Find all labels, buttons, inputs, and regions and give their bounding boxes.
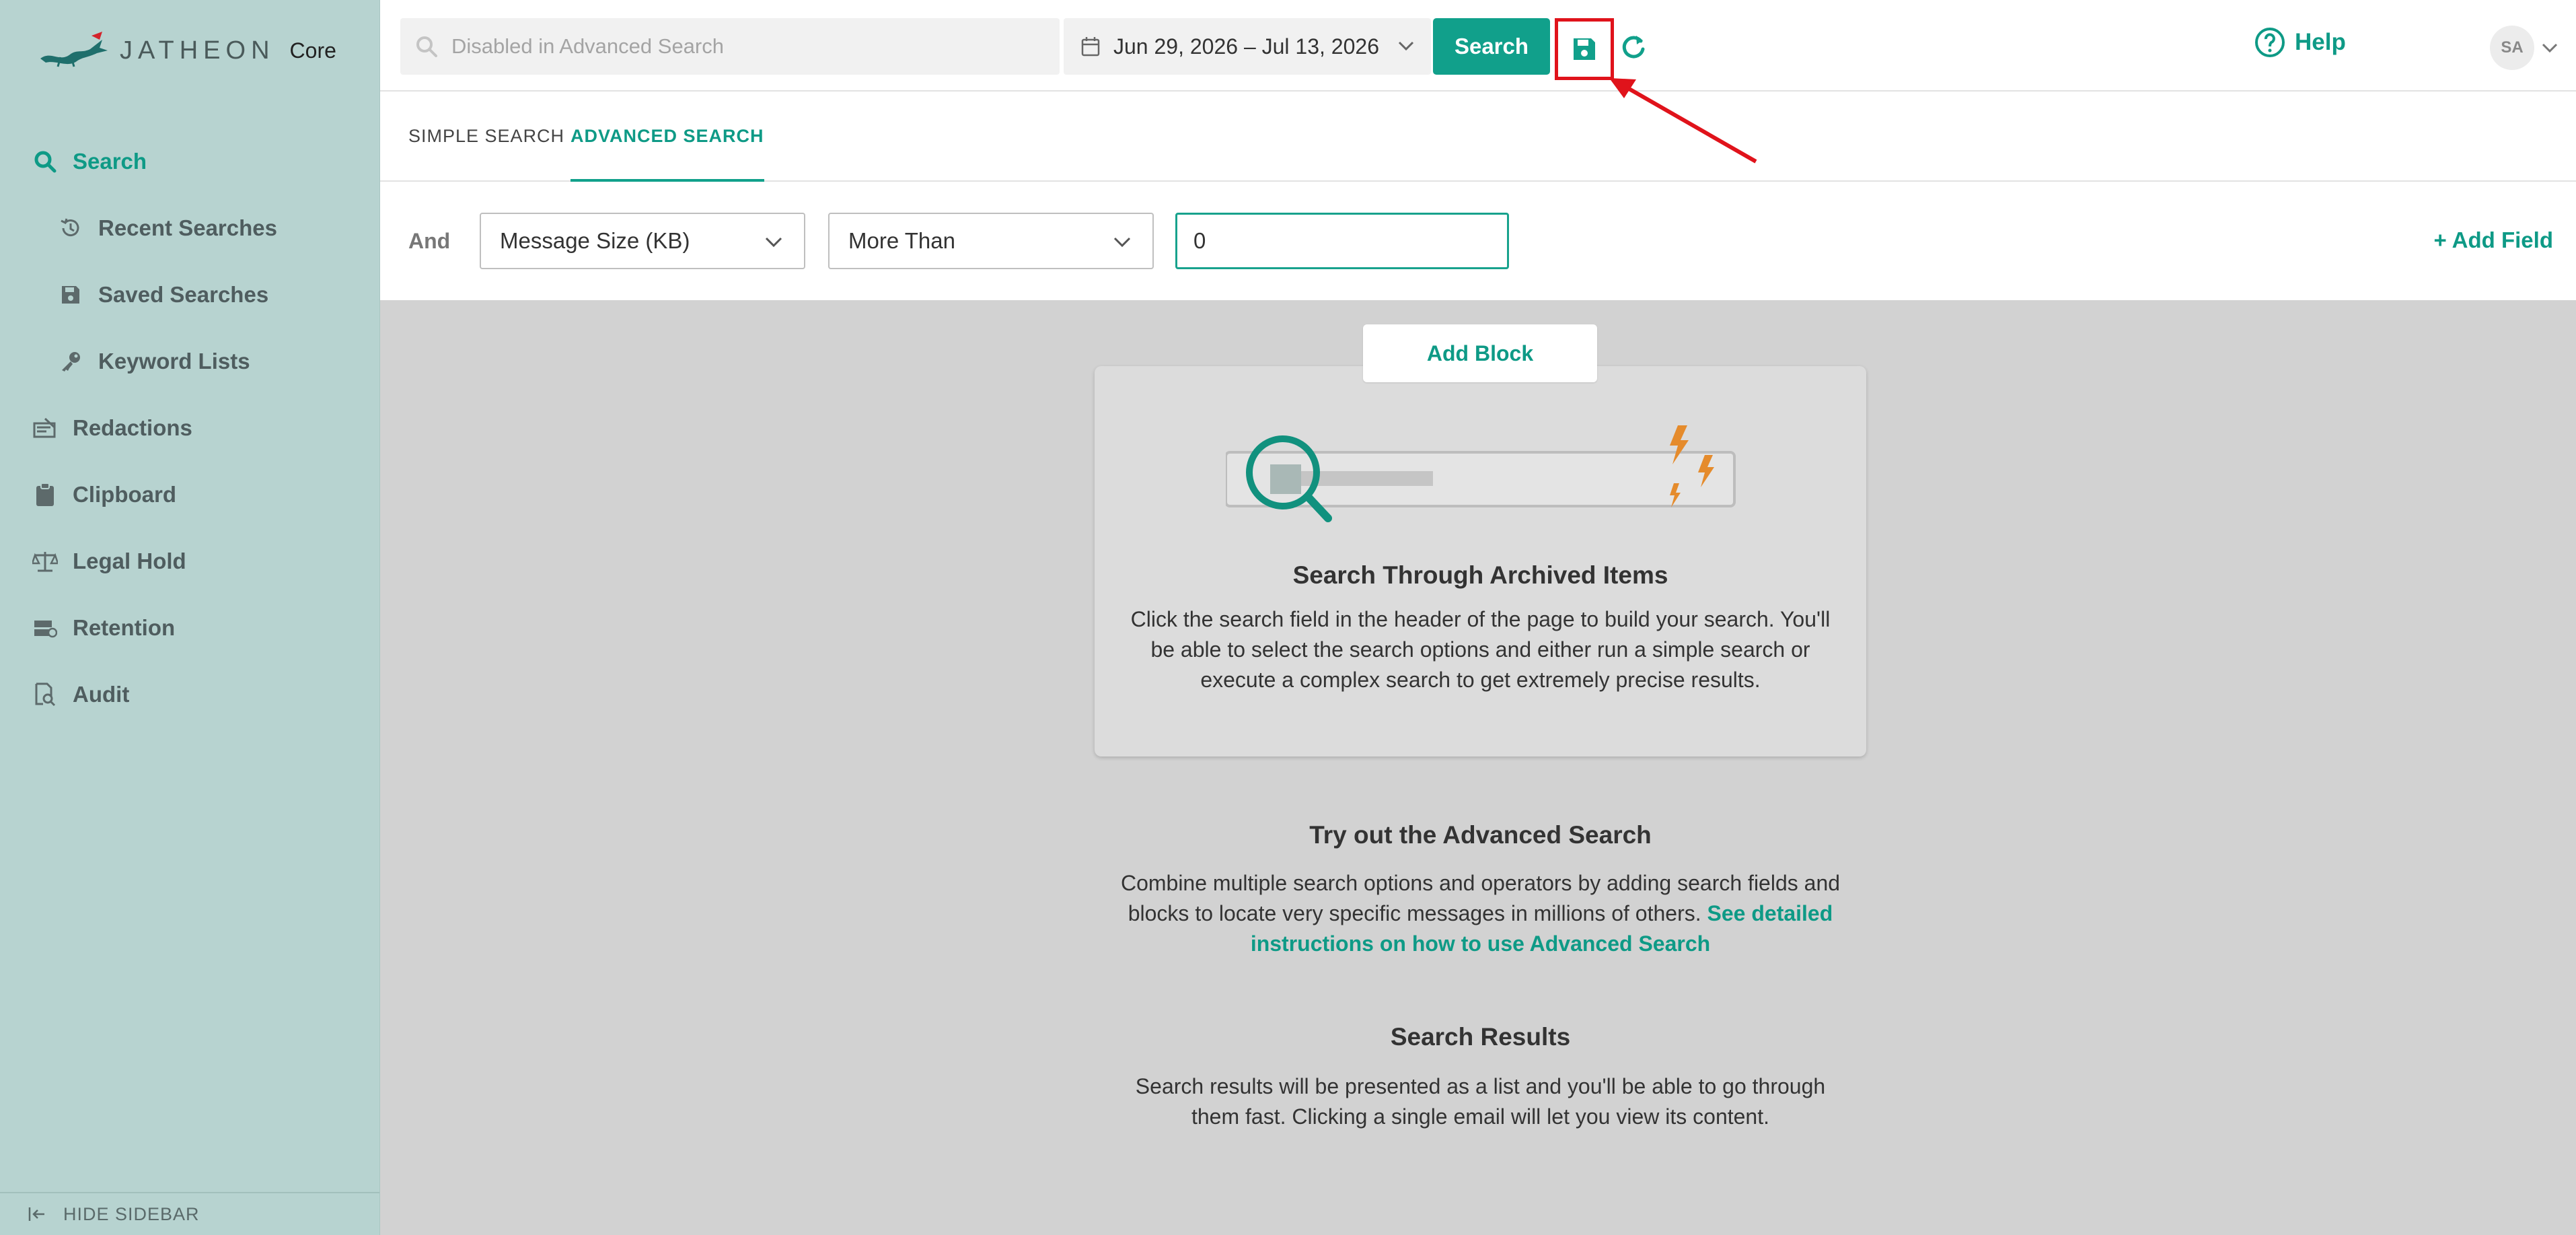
date-range-value: Jun 29, 2026 – Jul 13, 2026 xyxy=(1113,34,1379,59)
sidebar-nav: Search Recent Searches Saved Searches Ke… xyxy=(0,128,379,728)
scale-icon xyxy=(30,546,61,577)
help-label: Help xyxy=(2295,29,2346,55)
key-icon xyxy=(55,346,86,377)
search-results-description: Search results will be presented as a li… xyxy=(1135,1074,1826,1129)
chevron-down-icon xyxy=(1397,36,1415,56)
retention-icon xyxy=(30,612,61,643)
logo-wordmark: JATHEON xyxy=(120,36,275,65)
field-select-value: Message Size (KB) xyxy=(500,228,690,253)
empty-state-description: Click the search field in the header of … xyxy=(1130,607,1831,692)
field-select[interactable]: Message Size (KB) xyxy=(480,213,805,269)
help-circle-icon xyxy=(2254,27,2285,58)
sidebar-item-label: Redactions xyxy=(73,415,192,440)
audit-icon xyxy=(30,679,61,710)
sidebar-item-audit[interactable]: Audit xyxy=(0,661,379,728)
search-mode-tabs: SIMPLE SEARCH ADVANCED SEARCH xyxy=(380,92,2576,182)
condition-select-value: More Than xyxy=(848,228,955,253)
clipboard-icon xyxy=(30,479,61,510)
hide-sidebar-label: HIDE SIDEBAR xyxy=(63,1203,200,1224)
results-area: Add Block Search Through Archived Items … xyxy=(380,300,2576,1235)
logo[interactable]: JATHEON Core xyxy=(38,27,336,74)
search-button[interactable]: Search xyxy=(1433,18,1550,75)
search-icon xyxy=(30,146,61,177)
operator-label: And xyxy=(408,229,451,253)
sidebar-item-keyword-lists[interactable]: Keyword Lists xyxy=(0,328,379,394)
advanced-search-title: Try out the Advanced Search xyxy=(1309,821,1652,849)
top-header: Jun 29, 2026 – Jul 13, 2026 Search Help … xyxy=(380,0,2576,92)
advanced-filter-row: And Message Size (KB) More Than + Add Fi… xyxy=(380,182,2576,300)
tab-advanced-search[interactable]: ADVANCED SEARCH xyxy=(571,92,764,182)
sidebar-item-label: Keyword Lists xyxy=(98,348,250,374)
sidebar-item-label: Legal Hold xyxy=(73,548,186,573)
collapse-left-icon xyxy=(28,1206,47,1222)
refresh-icon xyxy=(1622,36,1645,59)
add-field-button[interactable]: + Add Field xyxy=(2433,227,2553,253)
hide-sidebar-button[interactable]: HIDE SIDEBAR xyxy=(0,1192,379,1235)
calendar-icon xyxy=(1081,36,1100,57)
sidebar-item-label: Retention xyxy=(73,614,176,640)
condition-select[interactable]: More Than xyxy=(828,213,1154,269)
save-icon xyxy=(55,279,86,310)
chevron-down-icon xyxy=(764,232,784,252)
search-icon xyxy=(415,35,438,58)
save-icon xyxy=(1574,38,1595,60)
advanced-search-description: Combine multiple search options and oper… xyxy=(1095,868,1866,959)
sidebar-item-redactions[interactable]: Redactions xyxy=(0,394,379,461)
search-results-title: Search Results xyxy=(1390,1023,1571,1051)
sidebar-item-label: Clipboard xyxy=(73,481,176,507)
refresh-button[interactable] xyxy=(1620,32,1647,61)
sidebar: JATHEON Core Search Recent Searches Save… xyxy=(0,0,381,1235)
sidebar-item-label: Audit xyxy=(73,681,130,707)
sidebar-item-retention[interactable]: Retention xyxy=(0,594,379,661)
sidebar-item-label: Search xyxy=(73,148,147,174)
chevron-down-icon[interactable] xyxy=(2541,40,2559,57)
avatar[interactable]: SA xyxy=(2490,26,2534,70)
empty-state-title: Search Through Archived Items xyxy=(1292,561,1668,589)
date-range-picker[interactable]: Jun 29, 2026 – Jul 13, 2026 xyxy=(1064,18,1431,75)
sidebar-item-label: Saved Searches xyxy=(98,281,269,307)
history-icon xyxy=(55,213,86,244)
search-illustration-icon xyxy=(1226,425,1736,522)
sidebar-item-search[interactable]: Search xyxy=(0,128,379,195)
help-link[interactable]: Help xyxy=(2254,27,2346,58)
sidebar-item-legal-hold[interactable]: Legal Hold xyxy=(0,528,379,594)
tab-simple-search[interactable]: SIMPLE SEARCH xyxy=(408,92,564,180)
sidebar-item-saved-searches[interactable]: Saved Searches xyxy=(0,261,379,328)
save-search-button[interactable] xyxy=(1555,18,1614,80)
chevron-down-icon xyxy=(1112,232,1132,252)
redaction-icon xyxy=(30,413,61,444)
global-search-input[interactable] xyxy=(450,34,1045,59)
sidebar-item-recent-searches[interactable]: Recent Searches xyxy=(0,195,379,261)
global-search-box[interactable] xyxy=(400,18,1060,75)
sidebar-item-label: Recent Searches xyxy=(98,215,277,240)
value-input[interactable] xyxy=(1175,213,1509,269)
add-block-button[interactable]: Add Block xyxy=(1363,324,1597,382)
sidebar-item-clipboard[interactable]: Clipboard xyxy=(0,461,379,528)
empty-state-card: Search Through Archived Items Click the … xyxy=(1095,366,1866,756)
dragon-logo-icon xyxy=(40,32,108,67)
logo-edition: Core xyxy=(289,38,336,63)
